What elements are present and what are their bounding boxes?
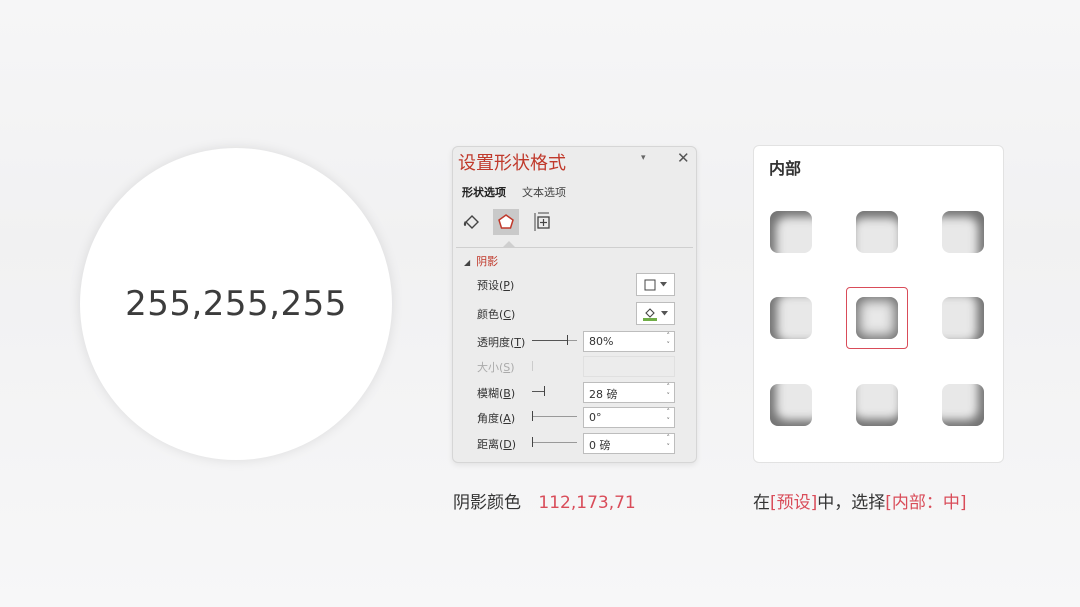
distance-slider[interactable] (532, 437, 577, 447)
blur-input[interactable]: 28 磅 ˄ ˅ (583, 382, 675, 403)
spin-arrows-icon: ˄ ˅ (666, 383, 671, 400)
fill-line-icon[interactable] (459, 209, 485, 235)
size-slider (532, 361, 577, 371)
pane-options-icon[interactable]: ▾ (641, 153, 646, 163)
spin-arrows-icon: ˄ ˅ (666, 434, 671, 451)
chevron-down-icon (661, 311, 668, 316)
color-label: 颜色(C) (477, 308, 516, 321)
blur-slider[interactable] (532, 386, 577, 396)
pane-divider (456, 247, 693, 248)
effects-icon[interactable] (493, 209, 519, 235)
transparency-slider[interactable] (532, 335, 577, 345)
shadow-color-picker[interactable] (636, 302, 675, 325)
rgb-value-text: 255,255,255 (125, 284, 347, 324)
white-circle-sample: 255,255,255 (80, 148, 392, 460)
preset-inner-right[interactable] (942, 297, 984, 339)
preset-inner-top-right[interactable] (942, 211, 984, 253)
shadow-preset-picker[interactable] (636, 273, 675, 296)
caption-color-value: 112,173,71 (538, 493, 636, 513)
close-icon[interactable]: ✕ (677, 149, 690, 167)
size-input (583, 356, 675, 377)
inner-shadow-presets-card: 内部 (753, 145, 1004, 463)
preset-inner-bottom[interactable] (856, 384, 898, 426)
shadow-section-label: 阴影 (476, 255, 499, 268)
distance-label: 距离(D) (477, 438, 517, 451)
transparency-label: 透明度(T) (477, 336, 526, 349)
preset-instruction-caption: 在[预设]中，选择[内部：中] (753, 493, 967, 513)
size-properties-icon[interactable] (529, 209, 555, 235)
angle-label: 角度(A) (477, 412, 516, 425)
preset-inner-left[interactable] (770, 297, 812, 339)
preset-square-icon (644, 279, 656, 290)
angle-slider[interactable] (532, 411, 577, 421)
collapse-triangle-icon: ◢ (464, 258, 471, 267)
blur-label: 模糊(B) (477, 387, 516, 400)
spin-arrows-icon: ˄ ˅ (666, 332, 671, 349)
pane-title: 设置形状格式 (458, 153, 566, 174)
preset-inner-top-left[interactable] (770, 211, 812, 253)
paint-bucket-icon (643, 308, 657, 321)
spin-arrows-icon: ˄ ˅ (666, 408, 671, 425)
format-shape-pane: 设置形状格式 ▾ ✕ 形状选项 文本选项 ◢ 阴影 预设(P) 颜色(C) 透明… (452, 146, 697, 463)
caption-label: 阴影颜色 (453, 493, 521, 513)
presets-title: 内部 (769, 159, 802, 178)
transparency-input[interactable]: 80% ˄ ˅ (583, 331, 675, 352)
angle-input[interactable]: 0° ˄ ˅ (583, 407, 675, 428)
shadow-section-header[interactable]: ◢ 阴影 (464, 253, 498, 269)
size-label: 大小(S) (477, 361, 515, 374)
preset-inner-bottom-left[interactable] (770, 384, 812, 426)
selected-preset-highlight (846, 287, 908, 349)
chevron-down-icon (660, 282, 667, 287)
tab-text-options[interactable]: 文本选项 (522, 184, 566, 200)
preset-inner-top[interactable] (856, 211, 898, 253)
preset-inner-bottom-right[interactable] (942, 384, 984, 426)
tab-shape-options[interactable]: 形状选项 (462, 184, 506, 200)
shadow-color-caption: 阴影颜色 112,173,71 (453, 488, 636, 513)
distance-input[interactable]: 0 磅 ˄ ˅ (583, 433, 675, 454)
preset-label: 预设(P) (477, 279, 515, 292)
